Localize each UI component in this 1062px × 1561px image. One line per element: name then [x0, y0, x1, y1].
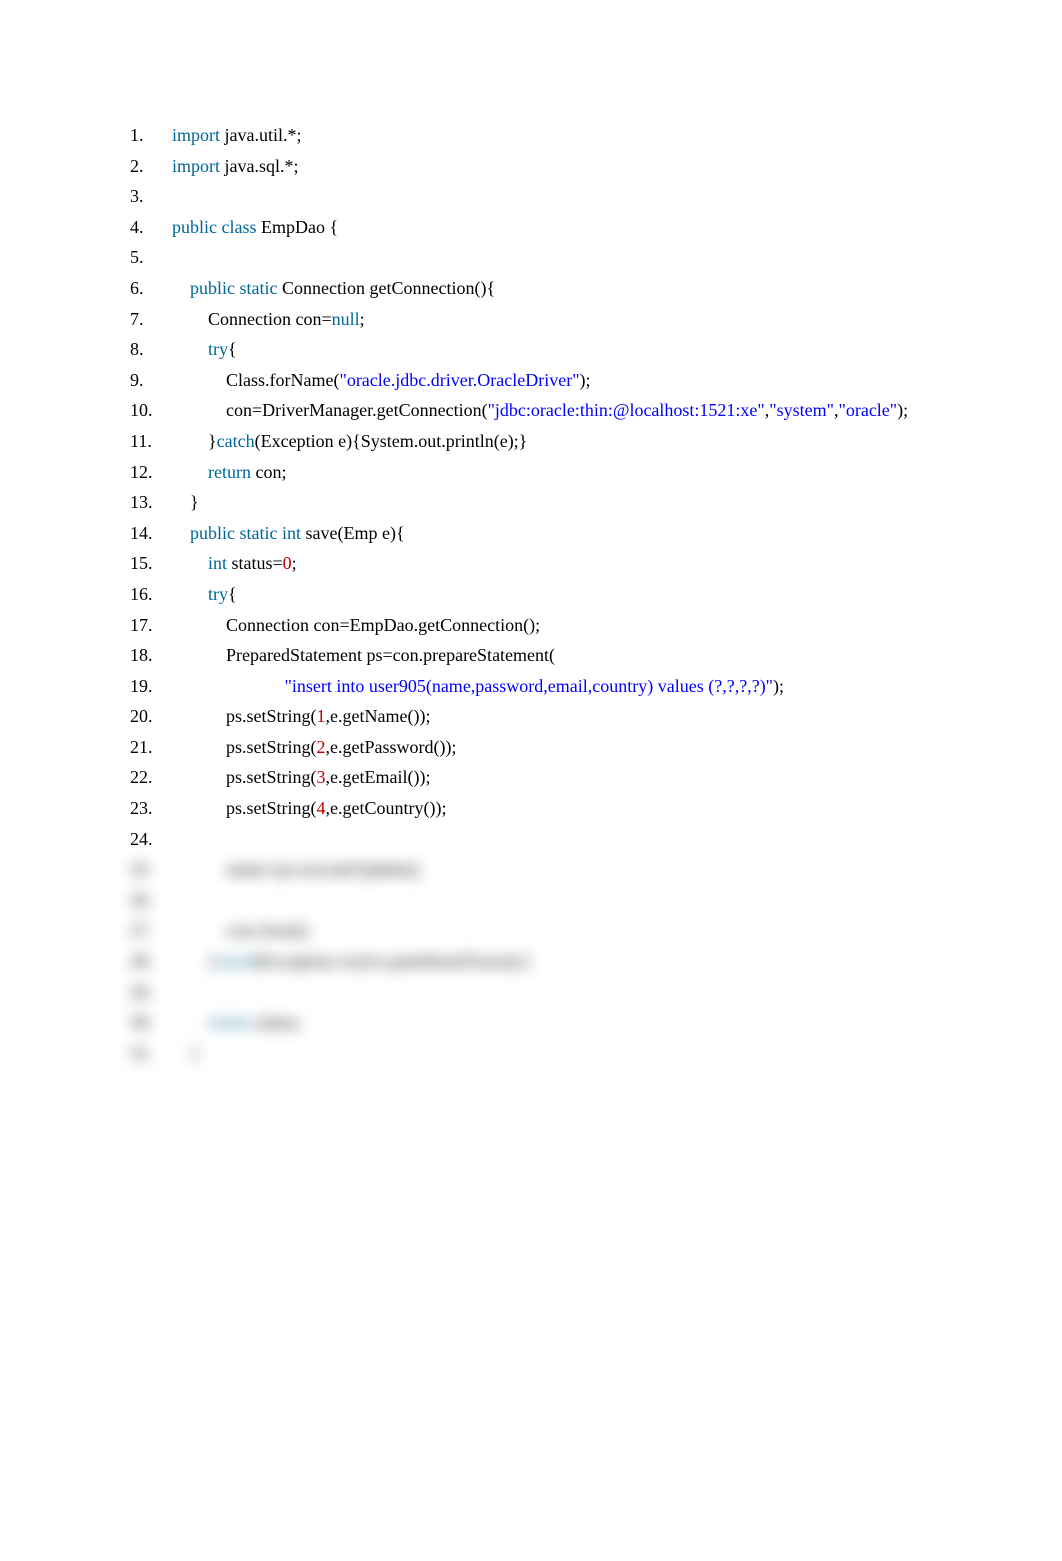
code-line: con.close(); [130, 915, 932, 946]
code-line: ps.setString(2,e.getPassword()); [130, 732, 932, 763]
code-line: ps.setString(1,e.getName()); [130, 701, 932, 732]
code-line: return status; [130, 1007, 932, 1038]
code-line: return con; [130, 457, 932, 488]
code-line: }catch(Exception ex){ex.printStackTrace(… [130, 946, 932, 977]
code-line: import java.sql.*; [130, 151, 932, 182]
code-listing: import java.util.*;import java.sql.*; pu… [130, 120, 932, 1068]
code-line: ps.setString(4,e.getCountry()); [130, 793, 932, 824]
code-line [130, 181, 932, 212]
code-line [130, 885, 932, 916]
code-line: Class.forName("oracle.jdbc.driver.Oracle… [130, 365, 932, 396]
code-line [130, 824, 932, 855]
code-line [130, 977, 932, 1008]
code-line: "insert into user905(name,password,email… [130, 671, 932, 702]
code-line: try{ [130, 334, 932, 365]
code-line: Connection con=EmpDao.getConnection(); [130, 610, 932, 641]
code-line: PreparedStatement ps=con.prepareStatemen… [130, 640, 932, 671]
code-line: }catch(Exception e){System.out.println(e… [130, 426, 932, 457]
code-line: public static int save(Emp e){ [130, 518, 932, 549]
code-line: int status=0; [130, 548, 932, 579]
code-line: con=DriverManager.getConnection("jdbc:or… [130, 395, 932, 426]
code-line: public static Connection getConnection()… [130, 273, 932, 304]
code-line: status=ps.executeUpdate(); [130, 854, 932, 885]
code-line: import java.util.*; [130, 120, 932, 151]
code-line: ps.setString(3,e.getEmail()); [130, 762, 932, 793]
code-line: try{ [130, 579, 932, 610]
code-line: } [130, 1038, 932, 1069]
code-line: Connection con=null; [130, 304, 932, 335]
code-line [130, 242, 932, 273]
code-line: } [130, 487, 932, 518]
code-line: public class EmpDao { [130, 212, 932, 243]
